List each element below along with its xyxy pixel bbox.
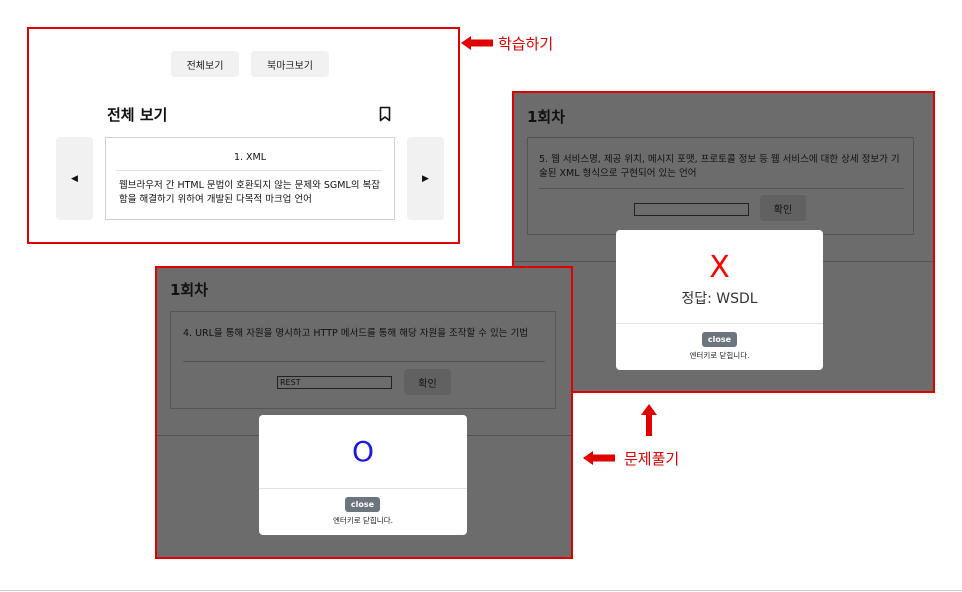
round-title: 1회차 (170, 281, 209, 299)
solve-label: 문제풀기 (624, 450, 680, 468)
question-text: 4. URL을 통해 자원을 명시하고 HTTP 메서드를 통해 해당 자원을 … (183, 328, 528, 339)
card-divider (116, 170, 382, 171)
up-arrow-icon (640, 404, 658, 436)
prev-card-button[interactable]: ◀ (56, 137, 93, 220)
answer-input[interactable] (634, 203, 749, 216)
bottom-divider (0, 590, 962, 591)
question-divider (183, 361, 545, 362)
learn-label: 학습하기 (498, 35, 554, 53)
view-all-button[interactable]: 전체보기 (171, 51, 239, 77)
confirm-button[interactable]: 확인 (760, 195, 806, 221)
modal-divider (616, 323, 823, 324)
confirm-button[interactable]: 확인 (404, 369, 451, 395)
card-description: 웹브라우저 간 HTML 문법이 호환되지 않는 문제와 SGML의 복잡함을 … (119, 180, 381, 205)
flash-card: 1. XML 웹브라우저 간 HTML 문법이 호환되지 않는 문제와 SGML… (105, 137, 395, 220)
result-modal: X 정답: WSDL close 엔터키로 닫힙니다. (616, 230, 823, 370)
result-modal: O close 엔터키로 닫힙니다. (259, 415, 467, 535)
enter-hint: 엔터키로 닫힙니다. (333, 516, 393, 525)
question-box: 5. 웹 서비스명, 제공 위치, 메시지 포맷, 프로토콜 정보 등 웹 서비… (527, 137, 914, 235)
enter-hint: 엔터키로 닫힙니다. (689, 351, 750, 360)
quiz-panel-wrong: 1회차 5. 웹 서비스명, 제공 위치, 메시지 포맷, 프로토콜 정보 등 … (512, 91, 935, 393)
question-divider (539, 188, 904, 189)
answer-input[interactable]: REST (277, 376, 392, 389)
study-panel: 전체보기 북마크보기 전체 보기 ◀ 1. XML 웹브라우저 간 HTML 문… (27, 27, 460, 244)
card-title: 1. XML (233, 152, 267, 163)
wrong-mark-icon: X (709, 250, 730, 285)
correct-mark-icon: O (351, 435, 375, 468)
question-text: 5. 웹 서비스명, 제공 위치, 메시지 포맷, 프로토콜 정보 등 웹 서비… (539, 154, 900, 179)
modal-divider (259, 488, 467, 489)
quiz-panel-right: 1회차 4. URL을 통해 자원을 명시하고 HTTP 메서드를 통해 해당 … (155, 266, 573, 559)
close-button[interactable]: close (702, 332, 737, 347)
label-arrow-left-icon (461, 35, 493, 51)
view-bookmarks-button[interactable]: 북마크보기 (251, 51, 329, 77)
next-card-button[interactable]: ▶ (407, 137, 444, 220)
label-arrow-left-icon (583, 450, 615, 466)
page-title: 전체 보기 (107, 106, 168, 124)
round-title: 1회차 (527, 108, 566, 126)
question-box: 4. URL을 통해 자원을 명시하고 HTTP 메서드를 통해 해당 자원을 … (170, 311, 556, 409)
close-button[interactable]: close (345, 497, 380, 512)
correct-answer-text: 정답: WSDL (681, 291, 758, 307)
bookmark-icon[interactable] (378, 106, 392, 122)
